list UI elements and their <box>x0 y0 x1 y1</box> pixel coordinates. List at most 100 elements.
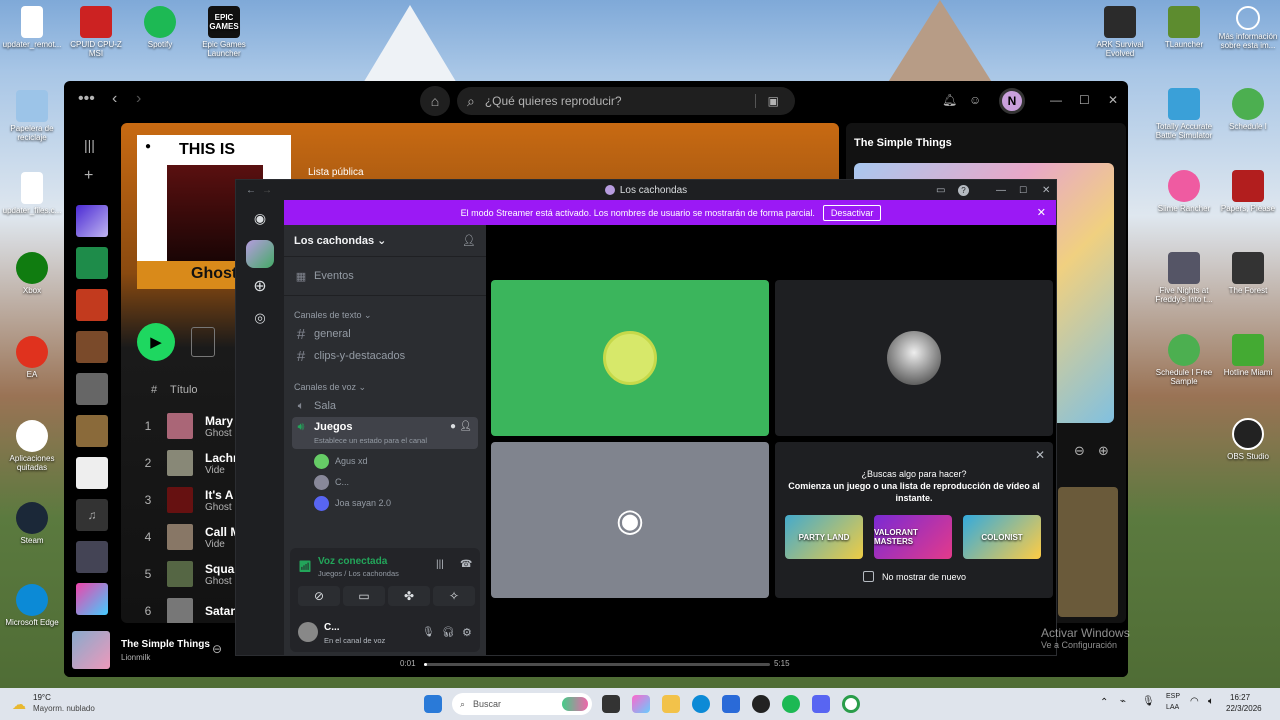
preview-thumb[interactable] <box>191 327 215 357</box>
track-row[interactable]: 3 It's A S Ghost <box>141 485 244 515</box>
minus-circle-icon[interactable]: ⊖ <box>212 642 222 656</box>
task-view-icon[interactable] <box>602 695 620 713</box>
browse-icon[interactable]: ▣ <box>754 94 779 108</box>
explore-icon[interactable]: ◎ <box>246 304 274 332</box>
track-row[interactable]: 5 Square Ghost <box>141 559 246 589</box>
desktop-icon-xbox[interactable]: Xbox <box>2 252 62 295</box>
desktop-icon-papers[interactable]: Papers, Please <box>1218 170 1278 213</box>
server-icon[interactable] <box>246 240 274 268</box>
soundboard-icon[interactable]: ||| <box>436 559 444 570</box>
plus-icon[interactable]: + <box>84 167 93 185</box>
desktop-icon-tlauncher[interactable]: TLauncher <box>1154 6 1214 49</box>
forward-arrow-icon[interactable]: › <box>136 90 141 108</box>
camera-button[interactable]: ⊘ <box>298 586 340 606</box>
more-menu-icon[interactable]: ••• <box>78 90 95 108</box>
settings-gear-icon[interactable]: ⚙ <box>462 626 472 639</box>
voice-channel-sala[interactable]: 🔈︎ Sala <box>292 395 478 417</box>
play-button[interactable]: ▶ <box>137 323 175 361</box>
track-row[interactable]: 1 Mary O Ghost <box>141 411 246 441</box>
microphone-icon[interactable]: 🎙︎ <box>422 627 435 638</box>
channel-clips[interactable]: # clips-y-destacados <box>292 345 478 367</box>
taskbar-search[interactable]: ⌕ Buscar <box>452 693 592 715</box>
maximize-icon[interactable]: ☐ <box>1079 93 1090 107</box>
avatar[interactable]: N <box>999 88 1025 114</box>
playlist-thumb[interactable] <box>76 415 108 447</box>
playlist-thumb[interactable] <box>76 373 108 405</box>
activity-colonist[interactable]: COLONIST <box>963 515 1041 559</box>
events-item[interactable]: ▦ Eventos <box>292 265 478 287</box>
playlist-thumb[interactable] <box>76 331 108 363</box>
desktop-icon-forest[interactable]: The Forest <box>1218 252 1278 295</box>
activity-party-land[interactable]: PARTY LAND <box>785 515 863 559</box>
close-icon[interactable]: ✕ <box>1042 185 1050 196</box>
microphone-icon[interactable]: 🎙︎ <box>1142 696 1155 707</box>
file-explorer-icon[interactable] <box>662 695 680 713</box>
desktop-icon-totally[interactable]: Totally Accurate Battle Simulator <box>1154 88 1214 140</box>
add-member-icon[interactable]: 👤︎ <box>459 421 472 432</box>
discord-home-icon[interactable]: ◉ <box>246 204 274 232</box>
desktop-icon-epic[interactable]: EPIC GAMES Epic Games Launcher <box>194 6 254 58</box>
track-row[interactable]: 4 Call M Vide <box>141 522 240 552</box>
voice-channel-juegos[interactable]: 🔊︎ Juegos Establece un estado para el ca… <box>292 417 478 449</box>
spotify-icon[interactable] <box>782 695 800 713</box>
chat-icon[interactable]: ● <box>450 421 456 432</box>
disconnect-icon[interactable]: ☎ <box>460 559 472 570</box>
desktop-icon-mas-info[interactable]: Más información sobre esta im... <box>1218 6 1278 50</box>
minus-circle-icon[interactable]: ⊖ <box>1074 443 1085 459</box>
chrome-icon[interactable] <box>842 695 860 713</box>
discord-icon[interactable] <box>812 695 830 713</box>
desktop-icon-hotline[interactable]: Hotline Miami <box>1218 334 1278 377</box>
back-arrow-icon[interactable]: ← <box>246 185 256 196</box>
activities-button[interactable]: ✤ <box>388 586 430 606</box>
volume-icon[interactable]: 🔈︎ <box>1208 696 1214 707</box>
home-button[interactable]: ⌂ <box>420 86 450 116</box>
playlist-thumb[interactable] <box>76 541 108 573</box>
progress-bar[interactable] <box>424 663 770 666</box>
no-show-checkbox-row[interactable]: No mostrar de nuevo <box>863 571 966 582</box>
desktop-icon-schedule-free[interactable]: Schedule I Free Sample <box>1154 334 1214 386</box>
network-icon[interactable]: ⌁ <box>1120 696 1126 707</box>
plus-circle-icon[interactable]: ⊕ <box>1098 443 1109 459</box>
track-row[interactable]: 6 Satani <box>141 596 241 623</box>
headphones-icon[interactable]: 🎧︎ <box>442 627 455 638</box>
desktop-icon-schedule[interactable]: Schedule I <box>1218 88 1278 131</box>
desktop-icon-ea[interactable]: EA <box>2 336 62 379</box>
participant-tile[interactable] <box>491 280 769 436</box>
forward-arrow-icon[interactable]: → <box>262 185 272 196</box>
chevron-up-icon[interactable]: ⌃ <box>1100 697 1108 708</box>
text-category[interactable]: Canales de texto ⌄ <box>294 310 372 321</box>
close-icon[interactable]: ✕ <box>1108 93 1118 107</box>
deactivate-button[interactable]: Desactivar <box>822 204 882 221</box>
help-icon[interactable]: ? <box>958 184 969 196</box>
add-server-icon[interactable]: ⊕ <box>246 272 274 300</box>
desktop-icon-cpuid[interactable]: CPUID CPU-Z MSI <box>66 6 126 58</box>
minimize-icon[interactable]: — <box>996 185 1006 196</box>
soundboard-button[interactable]: ✧ <box>433 586 475 606</box>
avatar[interactable] <box>298 622 318 642</box>
edge-icon[interactable] <box>692 695 710 713</box>
desktop-icon-ark[interactable]: ARK Survival Evolved <box>1090 6 1150 58</box>
playlist-thumb[interactable] <box>76 457 108 489</box>
desktop-icon-slime[interactable]: Slime Rancher <box>1154 170 1214 213</box>
playlist-thumb[interactable] <box>76 583 108 615</box>
close-icon[interactable]: ✕ <box>1035 448 1045 462</box>
desktop-icon-updater-remote[interactable]: updater_remot... <box>2 6 62 49</box>
activity-valorant[interactable]: VALORANT MASTERS <box>874 515 952 559</box>
bell-icon[interactable]: 🔔︎ <box>942 93 957 107</box>
maximize-icon[interactable]: ☐ <box>1019 185 1027 196</box>
inbox-icon[interactable]: ▭ <box>936 185 945 196</box>
track-row[interactable]: 2 Lachry Vide <box>141 448 244 478</box>
desktop-icon-spotify[interactable]: Spotify <box>130 6 190 49</box>
copilot-icon[interactable] <box>632 695 650 713</box>
screen-share-button[interactable]: ▭ <box>343 586 385 606</box>
search-input[interactable]: ⌕ ¿Qué quieres reproducir? ▣ <box>457 87 795 115</box>
weather-icon[interactable]: ☁ <box>12 696 26 713</box>
voice-member[interactable]: Joa sayan 2.0 <box>314 494 391 512</box>
server-name[interactable]: Los cachondas ⌄ <box>294 234 386 247</box>
start-icon[interactable] <box>424 695 442 713</box>
desktop-icon-apps[interactable]: Aplicaciones quitadas <box>2 420 62 472</box>
desktop-icon-recycle-bin[interactable]: Papelera de reciclaje <box>2 90 62 142</box>
channel-general[interactable]: # general <box>292 323 478 345</box>
steam-icon[interactable] <box>752 695 770 713</box>
voice-category[interactable]: Canales de voz ⌄ <box>294 382 366 393</box>
